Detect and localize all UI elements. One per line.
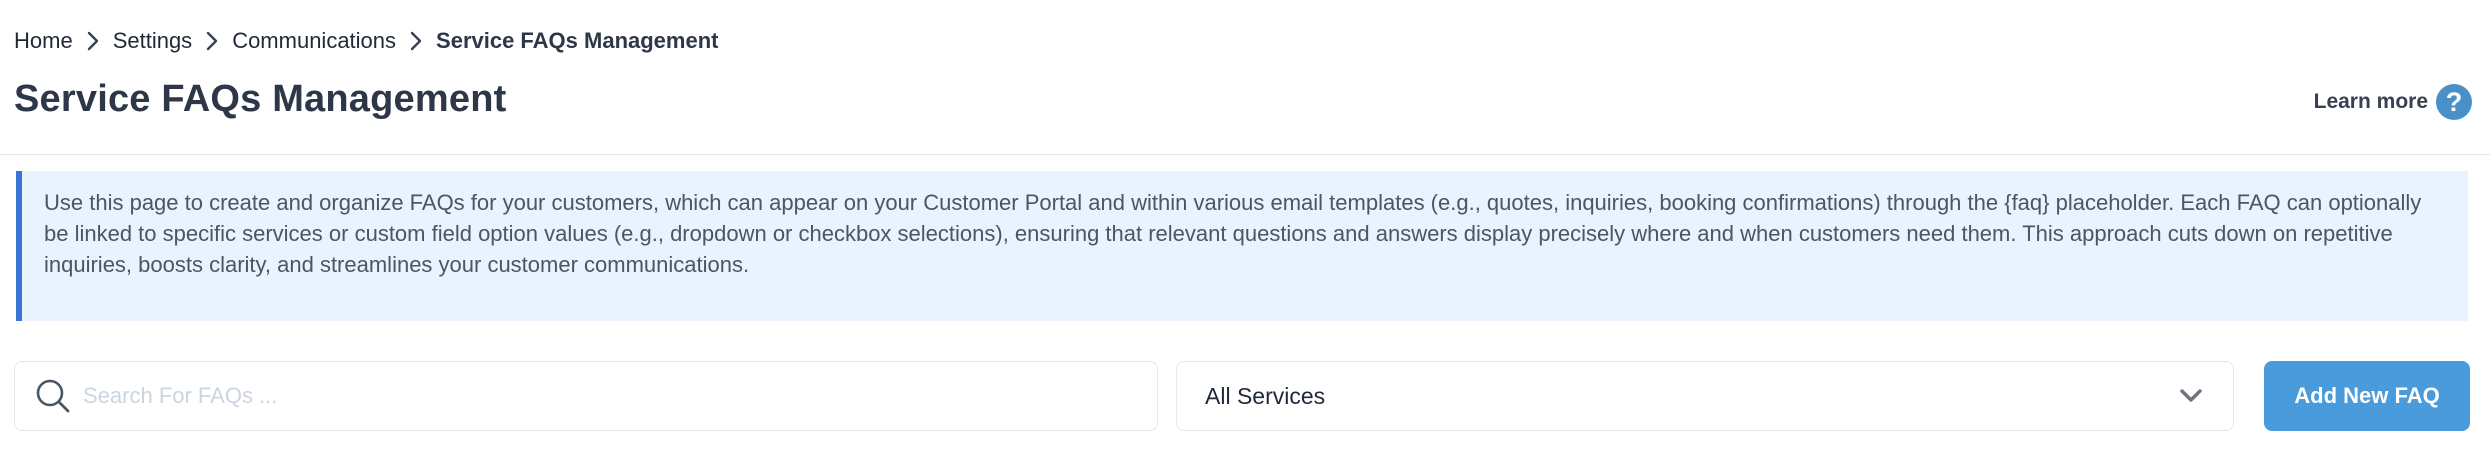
chevron-right-icon [396,26,436,56]
learn-more-link[interactable]: Learn more ? [2314,84,2472,120]
learn-more-label: Learn more [2313,90,2428,113]
breadcrumb-current: Service FAQs Management [436,28,719,53]
chevron-right-icon [73,26,113,56]
search-icon [36,379,70,413]
page-title: Service FAQs Management [14,78,507,120]
breadcrumb: Home Settings Communications Service FAQ… [14,26,718,56]
info-text: Use this page to create and organize FAQ… [44,190,2422,277]
breadcrumb-settings[interactable]: Settings [113,28,193,54]
search-box[interactable] [14,361,1158,431]
chevron-right-icon [192,26,232,56]
info-callout: Use this page to create and organize FAQ… [16,171,2468,321]
breadcrumb-communications[interactable]: Communications [232,28,396,54]
add-new-faq-button[interactable]: Add New FAQ [2264,361,2470,431]
help-circle-icon[interactable]: ? [2436,84,2472,120]
breadcrumb-home[interactable]: Home [14,28,73,54]
chevron-down-icon [2180,389,2202,402]
services-filter-select[interactable]: All Services [1176,361,2234,431]
search-input[interactable] [83,383,1133,409]
services-filter-value: All Services [1205,382,1326,409]
header-divider [0,154,2490,155]
